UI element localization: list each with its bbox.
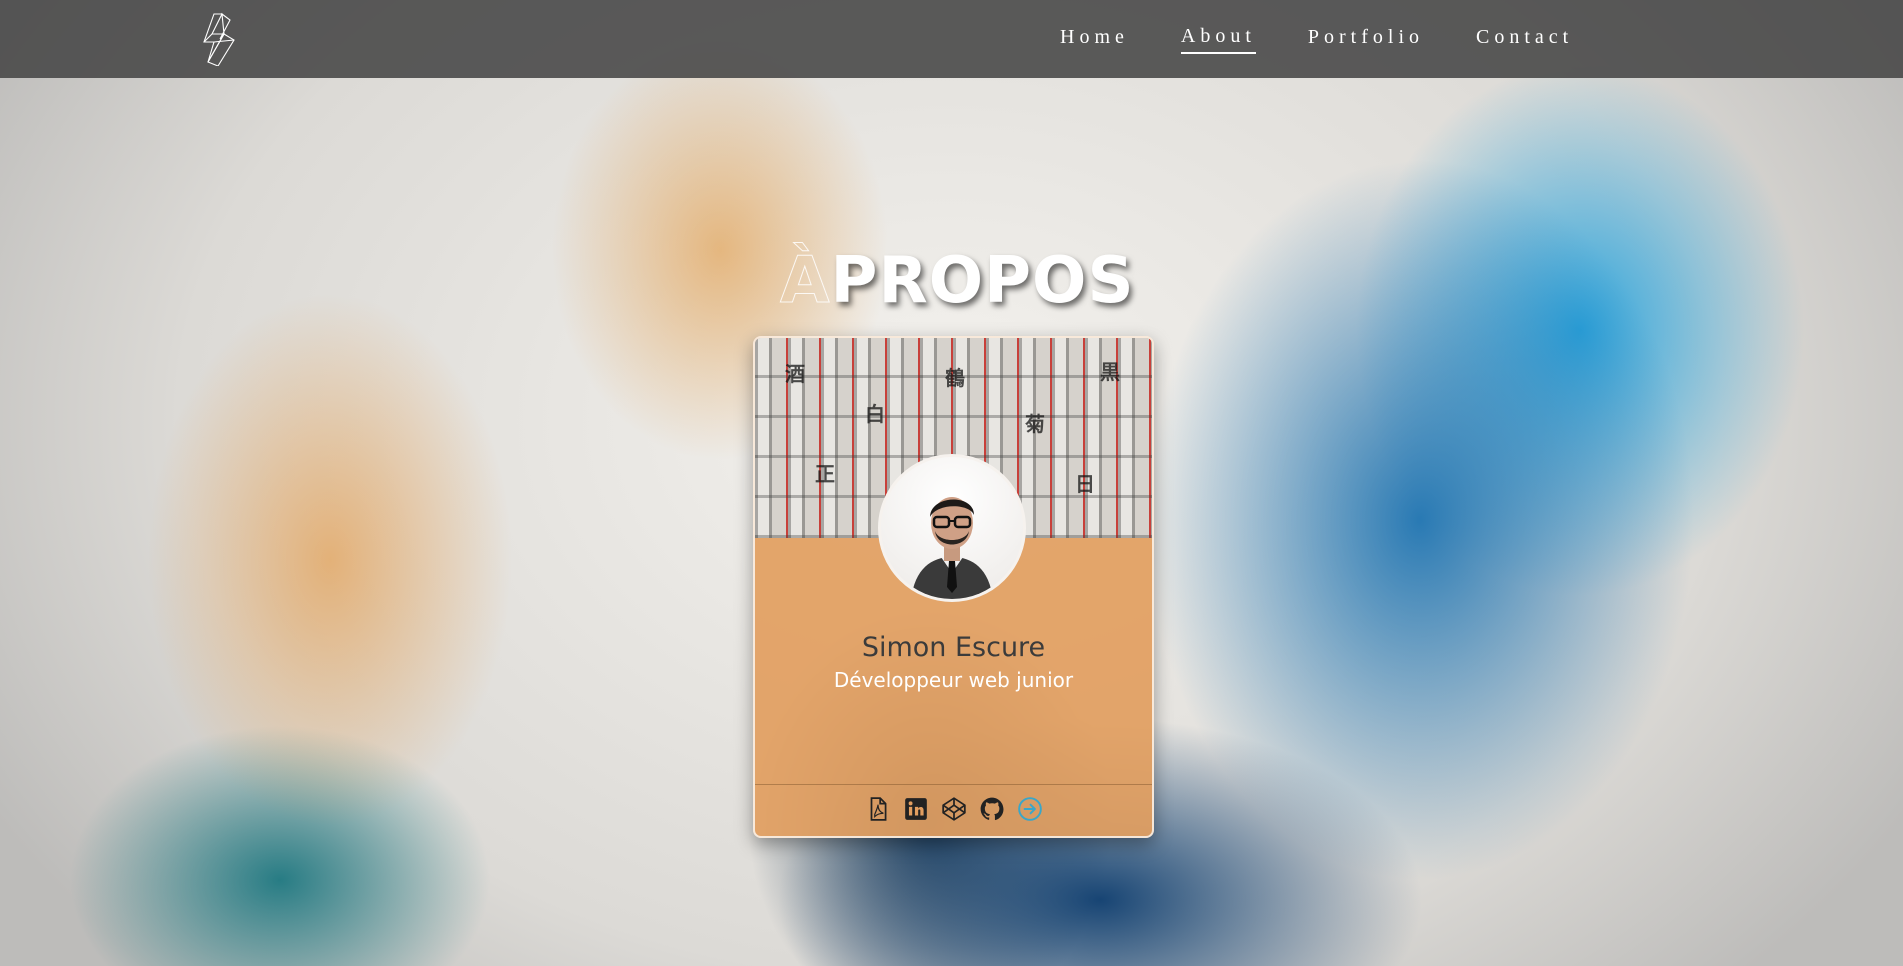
nav-home[interactable]: Home [1060, 26, 1129, 53]
card-divider [755, 784, 1152, 785]
section-title: ÀPROPOS [780, 244, 1135, 319]
section-title-accent: À [780, 244, 831, 319]
avatar [878, 454, 1026, 602]
arrow-right-circle-icon[interactable] [1017, 796, 1043, 822]
nav-contact[interactable]: Contact [1476, 26, 1573, 53]
main-nav: Home About Portfolio Contact [1060, 0, 1573, 78]
person-name: Simon Escure [861, 632, 1046, 663]
site-logo-icon[interactable] [200, 12, 244, 66]
linkedin-icon[interactable] [903, 796, 929, 822]
nav-portfolio[interactable]: Portfolio [1308, 26, 1424, 53]
social-links [755, 794, 1152, 824]
nav-about[interactable]: About [1180, 25, 1256, 54]
pdf-icon[interactable] [865, 796, 891, 822]
profile-card: 酒 白 鶴 菊 黒 正 日 Simon Escure Développeur w… [753, 336, 1154, 838]
navbar: Home About Portfolio Contact [0, 0, 1903, 78]
github-icon[interactable] [979, 796, 1005, 822]
person-role: Développeur web junior [833, 668, 1074, 692]
section-title-text: PROPOS [830, 244, 1135, 318]
codepen-icon[interactable] [941, 796, 967, 822]
